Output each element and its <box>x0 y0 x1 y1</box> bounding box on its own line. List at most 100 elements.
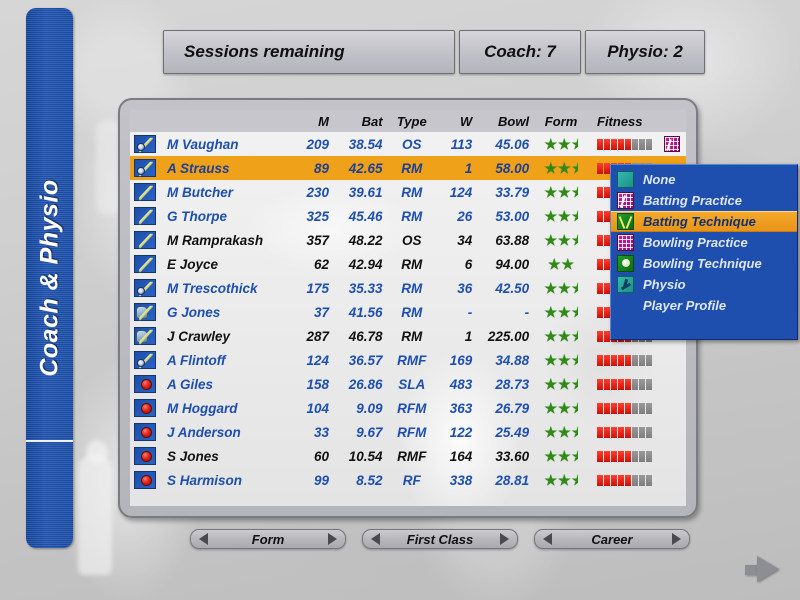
menu-item-batting-technique[interactable]: Batting Technique <box>611 211 797 232</box>
player-name[interactable]: A Strauss <box>159 156 292 180</box>
player-bowling-type: RM <box>401 256 423 272</box>
form-stars: ★★★ <box>544 183 577 200</box>
sidebar-tab-coach-physio[interactable]: Coach & Physio <box>26 8 73 548</box>
player-form-cell: ★★★ <box>535 468 587 492</box>
player-name[interactable]: E Joyce <box>159 252 292 276</box>
table-row[interactable]: E Joyce 62 42.94 RM 6 94.00 ★ ★ <box>130 252 686 276</box>
player-type-icon-batsman <box>134 183 156 201</box>
table-row[interactable]: J Crawley 287 46.78 RM 1 225.00 ★★★ <box>130 324 686 348</box>
table-row[interactable]: M Butcher 230 39.61 RM 124 33.79 ★★★ <box>130 180 686 204</box>
spinner-next-arrow-icon[interactable] <box>671 533 681 545</box>
training-context-menu[interactable]: None Batting Practice Batting Technique Bow… <box>610 164 798 340</box>
column-header-bat[interactable]: Bat <box>335 110 389 132</box>
spinner-first-class[interactable]: First Class <box>362 529 518 549</box>
cricketer-silhouette-head <box>86 440 108 464</box>
player-name[interactable]: M Vaughan <box>159 132 292 156</box>
fitness-bar <box>597 451 652 463</box>
spinner-career[interactable]: Career <box>534 529 690 549</box>
player-bowling-type: RMF <box>397 448 427 464</box>
player-matches: 62 <box>313 256 329 272</box>
player-bowling-average: 58.00 <box>495 160 530 176</box>
player-batting-average: 26.86 <box>348 376 383 392</box>
table-row[interactable]: M Hoggard 104 9.09 RFM 363 26.79 ★★★ <box>130 396 686 420</box>
player-name[interactable]: J Anderson <box>159 420 292 444</box>
player-name[interactable]: M Butcher <box>159 180 292 204</box>
player-matches: 209 <box>306 136 329 152</box>
player-form-cell: ★★★ <box>535 228 587 252</box>
player-batting-average: 41.56 <box>348 304 383 320</box>
spinner-form[interactable]: Form <box>190 529 346 549</box>
player-batting-average: 36.57 <box>348 352 383 368</box>
column-header-fitness[interactable]: Fitness <box>587 110 686 132</box>
spinner-prev-arrow-icon[interactable] <box>199 533 208 545</box>
column-header-type[interactable]: Type <box>388 110 436 132</box>
player-bowling-average: - <box>524 304 530 320</box>
player-bowling-average: 28.81 <box>495 472 530 488</box>
player-form-cell: ★★★ <box>535 324 587 348</box>
player-icon-cell <box>130 420 159 444</box>
column-header-name <box>159 110 292 132</box>
player-matches: 357 <box>306 232 329 248</box>
player-form-cell: ★★★ <box>535 444 587 468</box>
spinner-prev-arrow-icon[interactable] <box>543 533 552 545</box>
player-name[interactable]: S Harmison <box>159 468 292 492</box>
player-name[interactable]: M Trescothick <box>159 276 292 300</box>
player-name[interactable]: J Crawley <box>159 324 292 348</box>
table-row[interactable]: M Vaughan 209 38.54 OS 113 45.06 ★★★ <box>130 132 686 156</box>
player-name[interactable]: M Ramprakash <box>159 228 292 252</box>
table-row[interactable]: S Harmison 99 8.52 RF 338 28.81 ★★★ <box>130 468 686 492</box>
spinner-prev-arrow-icon[interactable] <box>371 533 380 545</box>
menu-item-batting-practice[interactable]: Batting Practice <box>611 190 797 211</box>
player-matches: 104 <box>306 400 329 416</box>
player-name[interactable]: S Jones <box>159 444 292 468</box>
player-type-icon-allrounder <box>134 351 156 369</box>
player-name[interactable]: G Thorpe <box>159 204 292 228</box>
player-form-cell: ★★★ <box>535 132 587 156</box>
player-name[interactable]: A Flintoff <box>159 348 292 372</box>
player-bowling-average: 94.00 <box>495 256 530 272</box>
table-row[interactable]: A Flintoff 124 36.57 RMF 169 34.88 ★★★ <box>130 348 686 372</box>
player-icon-cell <box>130 348 159 372</box>
table-row[interactable]: G Jones3741.56RM--★★★ <box>130 300 686 324</box>
player-name[interactable]: M Hoggard <box>159 396 292 420</box>
player-name[interactable]: A Giles <box>159 372 292 396</box>
column-header-w[interactable]: W <box>435 110 479 132</box>
table-row[interactable]: A Giles 158 26.86 SLA 483 28.73 ★★★ <box>130 372 686 396</box>
player-type-icon-bowler <box>134 447 156 465</box>
table-row[interactable]: J Anderson 33 9.67 RFM 122 25.49 ★★★ <box>130 420 686 444</box>
spinner-next-arrow-icon[interactable] <box>328 533 337 545</box>
player-bowling-type: RFM <box>397 400 427 416</box>
menu-item-bowling-technique[interactable]: Bowling Technique <box>611 253 797 274</box>
player-wickets: 164 <box>449 448 473 464</box>
column-header-m[interactable]: M <box>291 110 335 132</box>
assigned-training-icon[interactable] <box>664 136 680 153</box>
player-matches: 89 <box>313 160 329 176</box>
column-header-icon <box>130 110 160 132</box>
player-fitness-cell <box>587 468 686 492</box>
table-row[interactable]: M Trescothick 175 35.33 RM 36 42.50 ★★★ <box>130 276 686 300</box>
table-row[interactable]: G Thorpe 325 45.46 RM 26 53.00 ★★★ <box>130 204 686 228</box>
next-button[interactable] <box>757 556 779 582</box>
spinner-next-arrow-icon[interactable] <box>499 533 509 545</box>
menu-item-player-profile[interactable]: Player Profile <box>611 295 797 316</box>
player-name[interactable]: G Jones <box>159 300 292 324</box>
table-row[interactable]: M Ramprakash 357 48.22 OS 34 63.88 ★★★ <box>130 228 686 252</box>
player-type-icon-wicketkeeper <box>134 303 156 321</box>
battech-icon <box>617 213 634 230</box>
top-info-bar: Sessions remaining Coach: 7 Physio: 2 <box>163 30 705 74</box>
player-wickets: 363 <box>449 400 473 416</box>
player-icon-cell <box>130 228 159 252</box>
player-wickets: 122 <box>449 424 473 440</box>
player-fitness-cell <box>587 396 686 420</box>
menu-item-physio[interactable]: Physio <box>611 274 797 295</box>
table-row[interactable]: S Jones 60 10.54 RMF 164 33.60 ★★★ <box>130 444 686 468</box>
menu-item-bowling-practice[interactable]: Bowling Practice <box>611 232 797 253</box>
player-form-cell: ★★★ <box>535 180 587 204</box>
player-icon-cell <box>130 444 159 468</box>
column-header-form[interactable]: Form <box>535 110 587 132</box>
player-batting-average: 10.54 <box>348 448 383 464</box>
squad-table-area: M Bat Type W Bowl Form Fitness M Vaughan… <box>130 110 686 506</box>
menu-item-none[interactable]: None <box>611 169 797 190</box>
column-header-bowl[interactable]: Bowl <box>478 110 536 132</box>
table-row[interactable]: A Strauss 89 42.65 RM 1 58.00 ★★★ <box>130 156 686 180</box>
